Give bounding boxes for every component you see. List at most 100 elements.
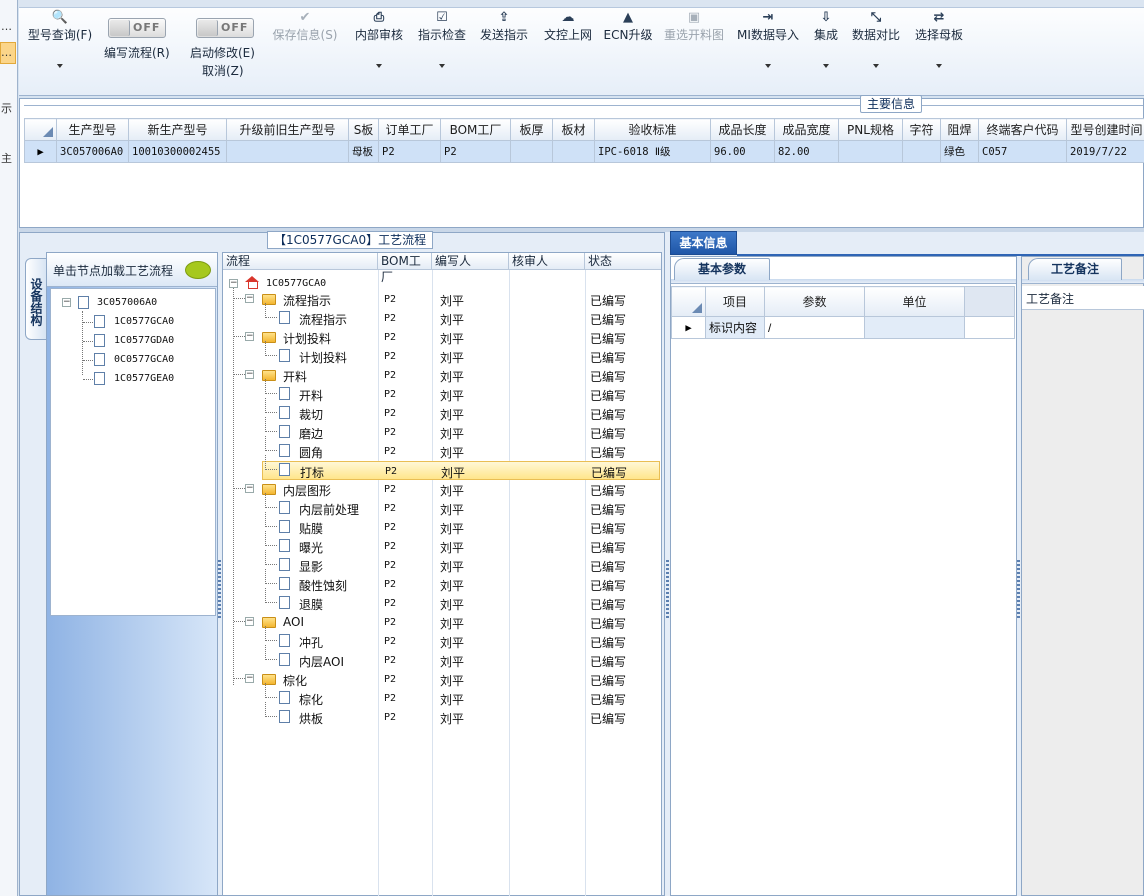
notes-tab[interactable]: 工艺备注 bbox=[1028, 258, 1122, 280]
chevron-down-icon[interactable] bbox=[57, 64, 63, 68]
table-cell[interactable] bbox=[864, 316, 965, 339]
table-cell[interactable]: 2019/7/22 bbox=[1066, 140, 1144, 163]
column-header[interactable]: 参数 bbox=[764, 286, 865, 317]
chevron-down-icon[interactable] bbox=[935, 64, 942, 68]
toolbar-button[interactable]: ⎙ 内部审核 bbox=[355, 10, 403, 68]
tree-node[interactable]: 0C0577GCA0 bbox=[114, 354, 174, 365]
toolbar-button[interactable]: ⇩ 集成 bbox=[814, 10, 838, 68]
flow-row[interactable]: 计划投料 P2 刘平 已编写 bbox=[223, 328, 661, 347]
toolbar-button[interactable]: ▲ ECN升级 bbox=[604, 10, 653, 43]
tree-node[interactable]: 1C0577GEA0 bbox=[114, 373, 174, 384]
table-cell[interactable]: 母板 bbox=[348, 140, 379, 163]
splitter-grip[interactable] bbox=[1017, 560, 1020, 620]
toolbar-button[interactable]: ⇄ 选择母板 bbox=[915, 10, 963, 68]
table-cell[interactable]: / bbox=[764, 316, 865, 339]
flow-row[interactable]: 开料 P2 刘平 已编写 bbox=[223, 366, 661, 385]
table-cell[interactable]: 10010300002455 bbox=[128, 140, 227, 163]
chevron-down-icon[interactable] bbox=[872, 64, 879, 68]
column-header[interactable]: 字符 bbox=[902, 118, 941, 141]
basic-info-tab[interactable]: 基本信息 bbox=[670, 231, 737, 255]
tree-node-root[interactable]: 3C057006A0 bbox=[97, 297, 157, 308]
toolbar-button[interactable]: ☑ 指示检查 bbox=[418, 10, 466, 68]
tree-node[interactable]: 1C0577GDA0 bbox=[114, 335, 174, 346]
table-cell[interactable]: P2 bbox=[378, 140, 441, 163]
chevron-down-icon[interactable] bbox=[765, 64, 771, 68]
table-cell[interactable]: P2 bbox=[440, 140, 511, 163]
left-strip-item[interactable]: … bbox=[1, 46, 12, 59]
column-header[interactable]: 终端客户代码 bbox=[978, 118, 1067, 141]
collapse-box[interactable]: − bbox=[245, 332, 254, 341]
splitter-grip[interactable] bbox=[218, 560, 221, 620]
column-header[interactable]: 板材 bbox=[552, 118, 595, 141]
table-cell[interactable]: 标识内容 bbox=[705, 316, 765, 339]
structure-tab[interactable]: 设备结构 bbox=[25, 258, 47, 340]
collapse-box[interactable]: − bbox=[245, 370, 254, 379]
left-strip-item[interactable]: 主 bbox=[1, 150, 12, 166]
column-header[interactable]: 板厚 bbox=[510, 118, 553, 141]
column-header[interactable]: 阻焊 bbox=[940, 118, 979, 141]
collapse-box[interactable]: − bbox=[229, 279, 238, 288]
table-cell[interactable] bbox=[510, 140, 553, 163]
collapse-box[interactable]: − bbox=[245, 294, 254, 303]
toolbar-button[interactable]: 🔍 型号查询(F) bbox=[28, 10, 92, 68]
column-header[interactable]: 单位 bbox=[864, 286, 965, 317]
chevron-down-icon[interactable] bbox=[822, 64, 829, 68]
table-cell[interactable] bbox=[552, 140, 595, 163]
flow-row[interactable]: 内层图形 P2 刘平 已编写 bbox=[223, 480, 661, 499]
toolbar-button[interactable]: ☁ 文控上网 bbox=[544, 10, 592, 43]
column-header[interactable]: 项目 bbox=[705, 286, 765, 317]
flow-row[interactable]: 棕化 P2 刘平 已编写 bbox=[223, 670, 661, 689]
toolbar-button[interactable]: ⤡ 数据对比 bbox=[852, 10, 900, 68]
collapse-box[interactable]: − bbox=[62, 298, 71, 307]
table-cell[interactable]: C057 bbox=[978, 140, 1067, 163]
chevron-down-icon[interactable] bbox=[438, 64, 445, 68]
tree-node[interactable]: 1C0577GCA0 bbox=[114, 316, 174, 327]
flow-col-writer[interactable]: 编写人 bbox=[432, 253, 509, 270]
column-header[interactable]: PNL规格 bbox=[838, 118, 903, 141]
collapse-box[interactable]: − bbox=[245, 617, 254, 626]
params-tab[interactable]: 基本参数 bbox=[674, 258, 770, 280]
flow-col-reviewer[interactable]: 核审人 bbox=[509, 253, 585, 270]
toolbar-button[interactable]: ⇥ MI数据导入 bbox=[737, 10, 799, 68]
column-header[interactable]: S板 bbox=[348, 118, 379, 141]
table-cell[interactable]: 96.00 bbox=[710, 140, 775, 163]
table-row[interactable]: ▶ 标识内容 / bbox=[671, 316, 1015, 339]
column-header[interactable]: 订单工厂 bbox=[378, 118, 441, 141]
chevron-down-icon[interactable] bbox=[375, 64, 382, 68]
splitter-grip[interactable] bbox=[666, 560, 669, 620]
toolbar-button[interactable]: ⇪ 发送指示 bbox=[480, 10, 528, 43]
chat-bubble-icon[interactable] bbox=[185, 261, 211, 279]
collapse-box[interactable]: − bbox=[245, 674, 254, 683]
table-cell[interactable]: IPC-6018 Ⅱ级 bbox=[594, 140, 711, 163]
start-modify-toggle[interactable]: OFF bbox=[196, 18, 254, 38]
grid-corner[interactable] bbox=[24, 118, 57, 141]
table-cell[interactable]: 82.00 bbox=[774, 140, 839, 163]
column-header[interactable]: 生产型号 bbox=[56, 118, 129, 141]
column-header[interactable]: 新生产型号 bbox=[128, 118, 227, 141]
flow-row[interactable]: AOI P2 刘平 已编写 bbox=[223, 613, 661, 632]
table-cell[interactable]: 3C057006A0 bbox=[56, 140, 129, 163]
table-row[interactable]: ▶ 3C057006A0 10010300002455 母板 P2 P2 IPC-6018 … bbox=[24, 140, 1144, 163]
table-cell[interactable] bbox=[902, 140, 941, 163]
table-cell[interactable]: 绿色 bbox=[940, 140, 979, 163]
left-strip-item[interactable]: … bbox=[1, 20, 12, 33]
notes-field[interactable]: 工艺备注 bbox=[1022, 286, 1144, 310]
flow-col-status[interactable]: 状态 bbox=[585, 253, 661, 270]
flow-col-bom[interactable]: BOM工厂 bbox=[378, 253, 432, 284]
cancel-label[interactable]: 取消(Z) bbox=[202, 62, 244, 79]
grid-corner[interactable] bbox=[671, 286, 706, 317]
column-header[interactable]: 升级前旧生产型号 bbox=[226, 118, 349, 141]
column-header[interactable]: 成品宽度 bbox=[774, 118, 839, 141]
flow-row[interactable]: 流程指示 P2 刘平 已编写 bbox=[223, 290, 661, 309]
collapse-box[interactable]: − bbox=[245, 484, 254, 493]
column-header[interactable]: 验收标准 bbox=[594, 118, 711, 141]
table-cell[interactable] bbox=[838, 140, 903, 163]
left-strip-item[interactable]: 示 bbox=[1, 100, 12, 116]
column-header[interactable]: 型号创建时间 bbox=[1066, 118, 1144, 141]
table-cell[interactable] bbox=[226, 140, 349, 163]
column-header[interactable]: 成品长度 bbox=[710, 118, 775, 141]
column-header[interactable]: BOM工厂 bbox=[440, 118, 511, 141]
write-flow-toggle[interactable]: OFF bbox=[108, 18, 166, 38]
flow-col-name[interactable]: 流程 bbox=[223, 253, 378, 270]
flow-root-node[interactable]: 1C0577GCA0 bbox=[266, 278, 326, 289]
